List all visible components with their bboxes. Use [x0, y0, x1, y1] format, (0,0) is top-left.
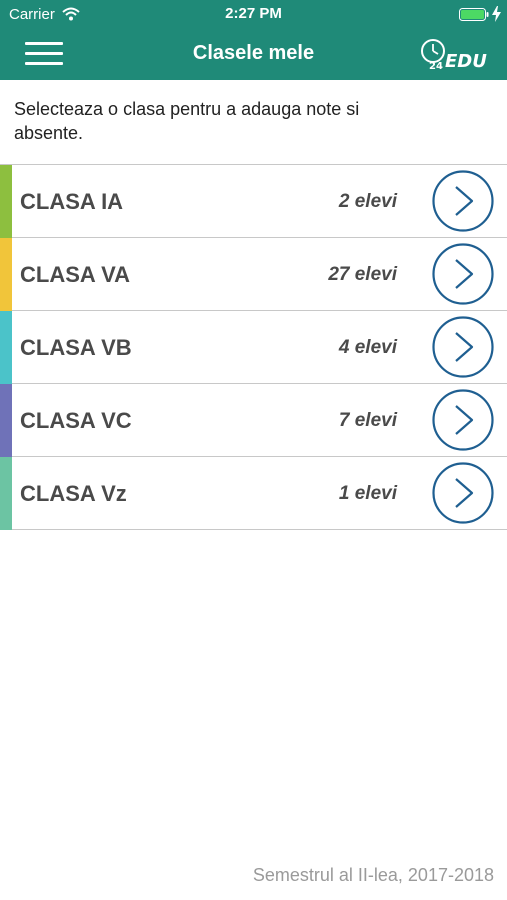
class-name: CLASA VB — [20, 335, 132, 360]
student-count: 1 elevi — [338, 483, 397, 504]
chevron-right-circle-icon[interactable] — [432, 170, 494, 232]
class-color-stripe — [0, 311, 12, 384]
class-row[interactable]: CLASA VB 4 elevi — [0, 311, 507, 384]
logo-text: EDU — [445, 51, 487, 72]
nav-bar: Clasele mele 24 EDU — [0, 30, 507, 80]
class-color-stripe — [0, 238, 12, 311]
student-count: 4 elevi — [338, 337, 397, 358]
status-time: 2:27 PM — [225, 5, 282, 22]
class-name: CLASA VC — [20, 408, 132, 433]
semester-label: Semestrul al II-lea, 2017-2018 — [252, 865, 494, 885]
chevron-right-circle-icon[interactable] — [432, 462, 494, 524]
student-count: 2 elevi — [338, 191, 397, 212]
class-row[interactable]: CLASA VA 27 elevi — [0, 238, 507, 311]
student-count: 27 elevi — [328, 264, 397, 285]
class-color-stripe — [0, 384, 12, 457]
class-name: CLASA IA — [20, 189, 124, 214]
class-row[interactable]: CLASA VC 7 elevi — [0, 384, 507, 457]
chevron-right-circle-icon[interactable] — [432, 316, 494, 378]
class-name: CLASA VA — [20, 262, 130, 287]
class-color-stripe — [0, 457, 12, 530]
status-bar: Carrier 2:27 PM — [0, 0, 507, 30]
class-list: CLASA IA 2 elevi CLASA VA 27 elevi CLASA… — [0, 164, 507, 530]
chevron-right-circle-icon[interactable] — [432, 243, 494, 305]
class-row[interactable]: CLASA Vz 1 elevi — [0, 457, 507, 530]
logo-number: 24 — [429, 61, 443, 72]
charging-bolt-icon — [492, 6, 501, 22]
class-name: CLASA Vz — [20, 481, 127, 506]
class-color-stripe — [0, 165, 12, 238]
chevron-right-circle-icon[interactable] — [432, 389, 494, 451]
battery-charging-icon — [459, 8, 489, 21]
instruction-text: Selecteaza o clasa pentru a adauga note … — [14, 99, 360, 143]
student-count: 7 elevi — [338, 410, 397, 431]
class-row[interactable]: CLASA IA 2 elevi — [0, 165, 507, 238]
edu-logo: 24 EDU — [421, 39, 487, 72]
